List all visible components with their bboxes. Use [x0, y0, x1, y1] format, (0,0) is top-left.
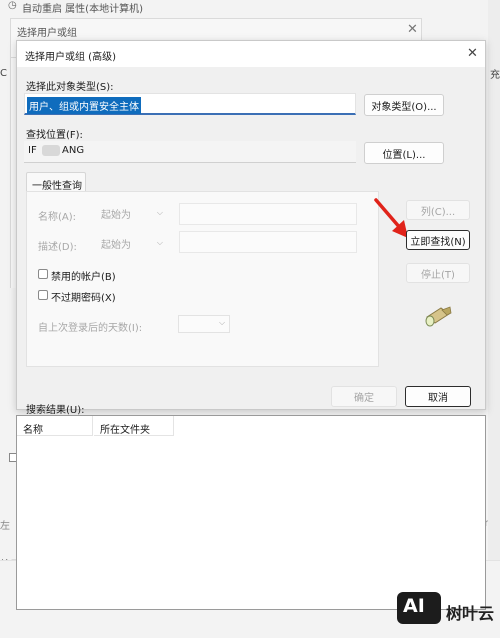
background-edge-char-right: 充: [490, 70, 500, 81]
background-window-title: 自动重启 属性(本地计算机): [22, 4, 143, 15]
disabled-accounts-label: 禁用的帐户(B): [51, 272, 116, 283]
stop-button: 停止(T): [406, 263, 470, 283]
search-flashlight-icon: [425, 306, 452, 327]
no-expire-password-checkbox[interactable]: [38, 290, 48, 300]
object-types-button[interactable]: 对象类型(O)...: [364, 94, 444, 116]
days-since-login-label: 自上次登录后的天数(I):: [38, 323, 143, 334]
clock-icon: ◷: [8, 0, 17, 11]
middle-dialog-close-icon[interactable]: ✕: [407, 23, 418, 36]
description-input: [179, 231, 357, 253]
middle-dialog-title: 选择用户或组: [17, 28, 77, 39]
chevron-down-icon: ⌵: [156, 208, 163, 217]
location-field: IF ANG: [24, 141, 356, 163]
chevron-down-icon: ⌵: [156, 238, 163, 247]
tab-general-query-label: 一般性查询: [32, 181, 82, 192]
name-mode-select: 起始为 ⌵: [98, 204, 166, 222]
name-label: 名称(A):: [38, 212, 77, 223]
results-column-header-folder[interactable]: 所在文件夹: [94, 416, 174, 436]
background-edge-char-c: C: [0, 68, 7, 79]
background-edge-char-zuo: 左: [0, 521, 10, 532]
results-column-name-label: 名称: [23, 425, 43, 436]
location-value-prefix: IF: [28, 145, 37, 156]
name-mode-value: 起始为: [101, 209, 131, 221]
advanced-dialog-titlebar: 选择用户或组 (高级) ✕: [17, 41, 485, 67]
results-column-header-name[interactable]: 名称: [17, 416, 93, 436]
watermark-logo: AI: [397, 592, 441, 624]
search-results-list[interactable]: 名称 所在文件夹: [16, 415, 486, 610]
description-mode-value: 起始为: [101, 239, 131, 251]
object-type-value: 用户、组或内置安全主体: [27, 97, 141, 114]
object-type-label: 选择此对象类型(S):: [26, 82, 114, 93]
name-input: [179, 203, 357, 225]
results-column-folder-label: 所在文件夹: [100, 425, 150, 436]
days-since-login-select: ⌵: [178, 315, 230, 333]
tab-general-query[interactable]: 一般性查询: [26, 172, 86, 192]
locations-button[interactable]: 位置(L)...: [364, 142, 444, 164]
background-right-panel: [488, 0, 500, 560]
columns-button: 列(C)...: [406, 200, 470, 220]
disabled-accounts-checkbox[interactable]: [38, 269, 48, 279]
location-value-blur: [42, 145, 60, 156]
description-mode-select: 起始为 ⌵: [98, 234, 166, 252]
search-now-button[interactable]: 立即查找(N): [406, 230, 470, 250]
no-expire-password-label: 不过期密码(X): [51, 293, 116, 304]
location-label: 查找位置(F):: [26, 130, 83, 141]
search-results-label: 搜索结果(U):: [26, 405, 85, 416]
location-value-suffix: ANG: [62, 145, 85, 156]
description-label: 描述(D):: [38, 242, 77, 253]
cancel-button[interactable]: 取消: [405, 386, 471, 407]
chevron-down-icon: ⌵: [219, 318, 226, 327]
watermark-brand-text: 树叶云: [446, 604, 495, 623]
watermark-logo-text: AI: [403, 595, 425, 617]
ok-button: 确定: [331, 386, 397, 407]
object-type-field[interactable]: 用户、组或内置安全主体: [24, 93, 356, 115]
advanced-dialog-close-icon[interactable]: ✕: [467, 47, 478, 60]
advanced-dialog-title: 选择用户或组 (高级): [25, 52, 116, 63]
